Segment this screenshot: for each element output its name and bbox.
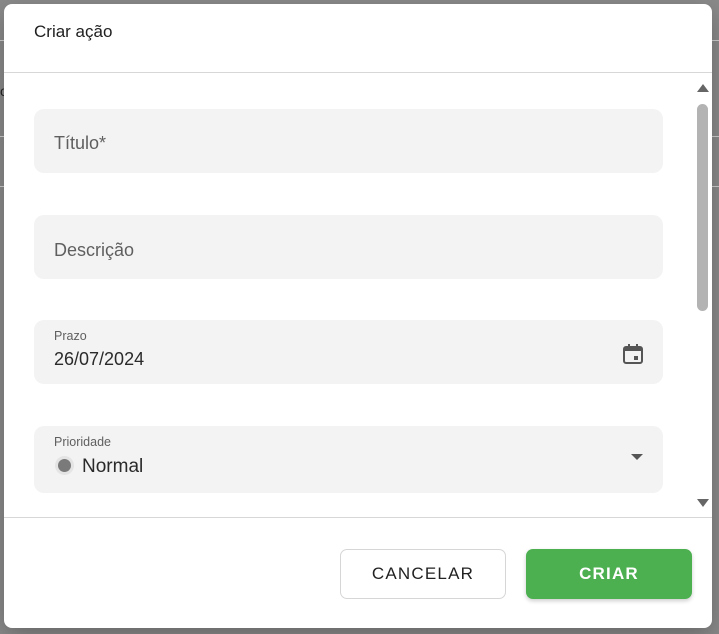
priority-label: Prioridade (54, 435, 111, 449)
description-placeholder: Descrição (54, 240, 135, 260)
title-placeholder: Título* (54, 133, 107, 153)
footer-divider (4, 517, 712, 518)
dialog-content: Título* Descrição Prazo 26/07/2024 Prior… (4, 74, 712, 517)
priority-select[interactable]: Prioridade Normal (34, 426, 663, 493)
create-button[interactable]: CRIAR (526, 549, 692, 599)
deadline-value: 26/07/2024 (54, 349, 145, 369)
scrollbar-thumb[interactable] (697, 104, 708, 311)
chevron-down-icon[interactable] (631, 454, 643, 460)
scroll-down-arrow[interactable] (697, 499, 709, 507)
dialog-title: Criar ação (34, 22, 113, 41)
cancel-button[interactable]: CANCELAR (340, 549, 506, 599)
deadline-field[interactable]: Prazo 26/07/2024 (34, 320, 663, 384)
create-action-dialog: Criar ação Título* Descrição Prazo 26/07… (4, 4, 712, 628)
priority-value: Normal (82, 456, 144, 477)
header-divider (4, 72, 712, 73)
calendar-icon[interactable] (621, 342, 645, 366)
deadline-label: Prazo (54, 329, 87, 343)
priority-indicator (58, 459, 71, 472)
title-field[interactable]: Título* (34, 109, 663, 173)
description-field[interactable]: Descrição (34, 215, 663, 279)
scroll-up-arrow[interactable] (697, 84, 709, 92)
